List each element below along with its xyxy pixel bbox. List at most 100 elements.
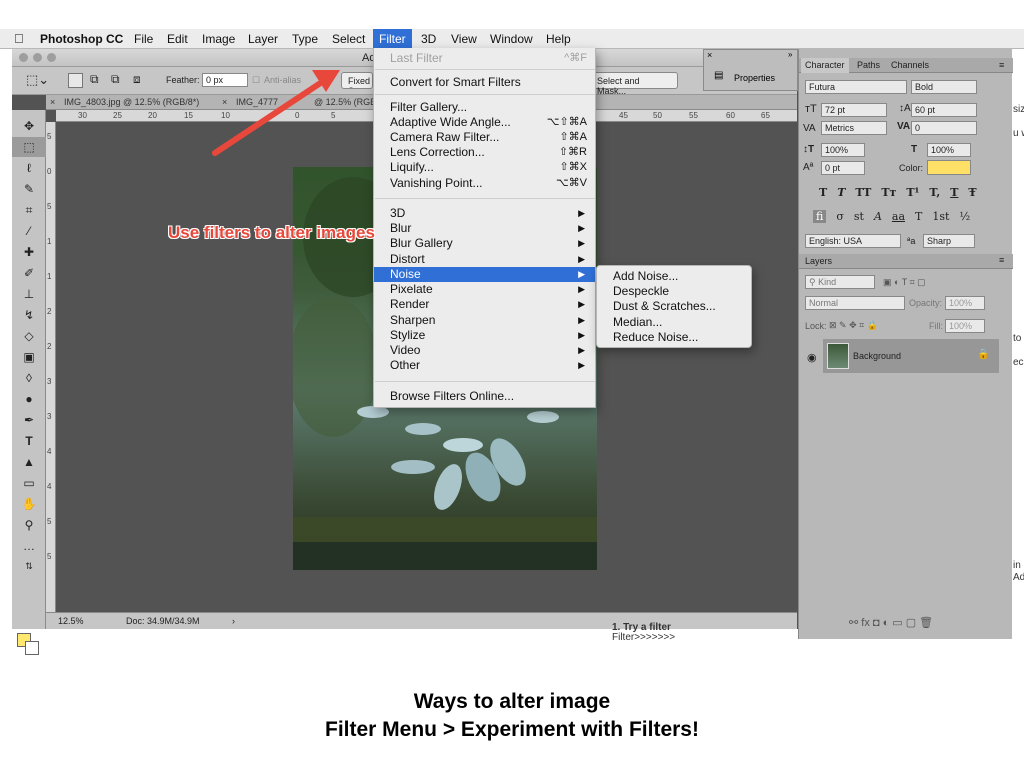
- properties-icon[interactable]: ▤: [714, 70, 723, 81]
- menu-edit[interactable]: Edit: [167, 32, 188, 46]
- history-brush-tool-icon[interactable]: ↯: [12, 305, 46, 325]
- leading-input[interactable]: 60 pt: [911, 103, 977, 117]
- apple-icon[interactable]: : [14, 31, 24, 46]
- menu-item-stylize[interactable]: Stylize ▶: [374, 328, 595, 343]
- more-tools-icon[interactable]: …: [12, 536, 46, 556]
- layer-filter-icons[interactable]: ▣ ◐ T ⌗ ▢: [883, 277, 926, 288]
- menu-item-distort[interactable]: Distort ▶: [374, 252, 595, 267]
- healing-tool-icon[interactable]: ✚: [12, 242, 46, 262]
- layer-kind-filter[interactable]: ⚲ Kind: [805, 275, 875, 289]
- layers-title[interactable]: Layers: [805, 256, 832, 266]
- crop-tool-icon[interactable]: ⌗: [12, 200, 46, 220]
- subscript-icon[interactable]: T,: [929, 186, 940, 199]
- dodge-tool-icon[interactable]: ●: [12, 389, 46, 409]
- fill-input[interactable]: 100%: [945, 319, 985, 333]
- menu-item-noise[interactable]: Noise ▶: [374, 267, 595, 282]
- tab-paths[interactable]: Paths: [857, 60, 880, 70]
- menu-image[interactable]: Image: [202, 32, 235, 46]
- menu-item-camera-raw-filter[interactable]: Camera Raw Filter... ⇧⌘A: [374, 130, 595, 145]
- stylistic-alternates-icon[interactable]: st: [854, 210, 864, 223]
- antialias-method-select[interactable]: Sharp: [923, 234, 975, 248]
- menu-item-3d[interactable]: 3D ▶: [374, 206, 595, 221]
- select-and-mask-button[interactable]: Select and Mask...: [590, 72, 678, 96]
- add-selection-icon[interactable]: ⧉: [90, 72, 99, 87]
- eraser-tool-icon[interactable]: ◇: [12, 326, 46, 346]
- zoom-level[interactable]: 12.5%: [58, 616, 84, 626]
- marquee-tool-icon[interactable]: ⬚: [12, 137, 46, 157]
- tracking-select[interactable]: 0: [911, 121, 977, 135]
- strikethrough-icon[interactable]: Ŧ: [968, 186, 976, 199]
- blur-tool-icon[interactable]: ◊: [12, 368, 46, 388]
- visibility-eye-icon[interactable]: ◉: [807, 351, 817, 364]
- panel-collapse-icon[interactable]: »: [788, 50, 792, 59]
- gradient-tool-icon[interactable]: ▣: [12, 347, 46, 367]
- style-select[interactable]: Fixed S: [341, 72, 373, 89]
- lasso-tool-icon[interactable]: ℓ: [12, 158, 46, 178]
- menu-select[interactable]: Select: [332, 32, 365, 46]
- baseline-shift-input[interactable]: 0 pt: [821, 161, 865, 175]
- layers-menu-icon[interactable]: ≡: [999, 255, 1004, 265]
- close-window-icon[interactable]: [19, 53, 28, 62]
- minimize-window-icon[interactable]: [33, 53, 42, 62]
- text-color-swatch[interactable]: [927, 160, 971, 175]
- stamp-tool-icon[interactable]: ⊥: [12, 284, 46, 304]
- hand-tool-icon[interactable]: ✋: [12, 494, 46, 514]
- panel-close-icon[interactable]: ×: [707, 50, 712, 60]
- menu-item-adaptive-wide-angle[interactable]: Adaptive Wide Angle... ⌥⇧⌘A: [374, 115, 595, 130]
- kerning-select[interactable]: Metrics: [821, 121, 887, 135]
- submenu-item-despeckle[interactable]: Despeckle: [613, 284, 669, 299]
- type-tool-icon[interactable]: T: [12, 431, 46, 451]
- new-selection-icon[interactable]: [68, 73, 83, 88]
- quick-select-tool-icon[interactable]: ✎: [12, 179, 46, 199]
- subtract-selection-icon[interactable]: ⧉: [111, 72, 120, 87]
- intersect-selection-icon[interactable]: ⧈: [133, 72, 141, 87]
- tab-character[interactable]: Character: [801, 58, 849, 73]
- menu-3d[interactable]: 3D: [421, 32, 436, 46]
- eyedropper-tool-icon[interactable]: ⁄: [12, 221, 46, 241]
- faux-italic-icon[interactable]: T: [837, 186, 845, 199]
- underline-icon[interactable]: T: [950, 186, 958, 199]
- titling-alternates-icon[interactable]: aa: [892, 210, 905, 223]
- submenu-item-add-noise[interactable]: Add Noise...: [613, 269, 678, 284]
- lock-icons[interactable]: ⊠ ✎ ✥ ⌗ 🔒: [829, 320, 878, 331]
- menu-item-sharpen[interactable]: Sharpen ▶: [374, 313, 595, 328]
- menu-view[interactable]: View: [451, 32, 477, 46]
- all-caps-icon[interactable]: TT: [855, 186, 871, 199]
- menu-type[interactable]: Type: [292, 32, 318, 46]
- shape-tool-icon[interactable]: ▭: [12, 473, 46, 493]
- pen-tool-icon[interactable]: ✒: [12, 410, 46, 430]
- opacity-input[interactable]: 100%: [945, 296, 985, 310]
- ordinal-1st-icon[interactable]: 1st: [932, 210, 949, 223]
- ordinals-icon[interactable]: T: [915, 210, 922, 223]
- discretionary-ligatures-icon[interactable]: σ: [836, 210, 844, 223]
- menu-window[interactable]: Window: [490, 32, 533, 46]
- font-family-select[interactable]: Futura: [805, 80, 907, 94]
- brush-tool-icon[interactable]: ✐: [12, 263, 46, 283]
- antialias-checkbox[interactable]: ☐: [252, 75, 260, 86]
- zoom-tool-icon[interactable]: ⚲: [12, 515, 46, 535]
- menu-item-browse-filters-online[interactable]: Browse Filters Online...: [374, 389, 595, 404]
- menu-layer[interactable]: Layer: [248, 32, 278, 46]
- menu-item-lens-correction[interactable]: Lens Correction... ⇧⌘R: [374, 145, 595, 160]
- status-arrow-icon[interactable]: ›: [232, 616, 235, 626]
- swap-colors-icon[interactable]: ⇅: [12, 556, 46, 576]
- language-select[interactable]: English: USA: [805, 234, 901, 248]
- menu-file[interactable]: File: [134, 32, 153, 46]
- menu-app-name[interactable]: Photoshop CC: [40, 32, 123, 46]
- tab-channels[interactable]: Channels: [891, 60, 929, 70]
- tab-close-icon[interactable]: ×: [222, 97, 227, 107]
- layer-footer-icons[interactable]: ⚯ fx ◘ ◐ ▭ ▢ 🗑: [849, 616, 933, 629]
- menu-help[interactable]: Help: [546, 32, 571, 46]
- faux-bold-icon[interactable]: T: [819, 186, 827, 199]
- swash-icon[interactable]: A: [874, 210, 882, 223]
- layer-row-background[interactable]: Background 🔒: [823, 339, 999, 373]
- doc-tab-2[interactable]: IMG_4777: [236, 97, 278, 107]
- tab-close-icon[interactable]: ×: [50, 97, 55, 107]
- feather-input[interactable]: 0 px: [202, 73, 248, 87]
- menu-item-blur[interactable]: Blur ▶: [374, 221, 595, 236]
- submenu-item-dust-scratches[interactable]: Dust & Scratches...: [613, 299, 716, 314]
- zoom-window-icon[interactable]: [47, 53, 56, 62]
- submenu-item-reduce-noise[interactable]: Reduce Noise...: [613, 330, 698, 345]
- submenu-item-median[interactable]: Median...: [613, 315, 662, 330]
- menu-item-filter-gallery[interactable]: Filter Gallery...: [374, 100, 595, 115]
